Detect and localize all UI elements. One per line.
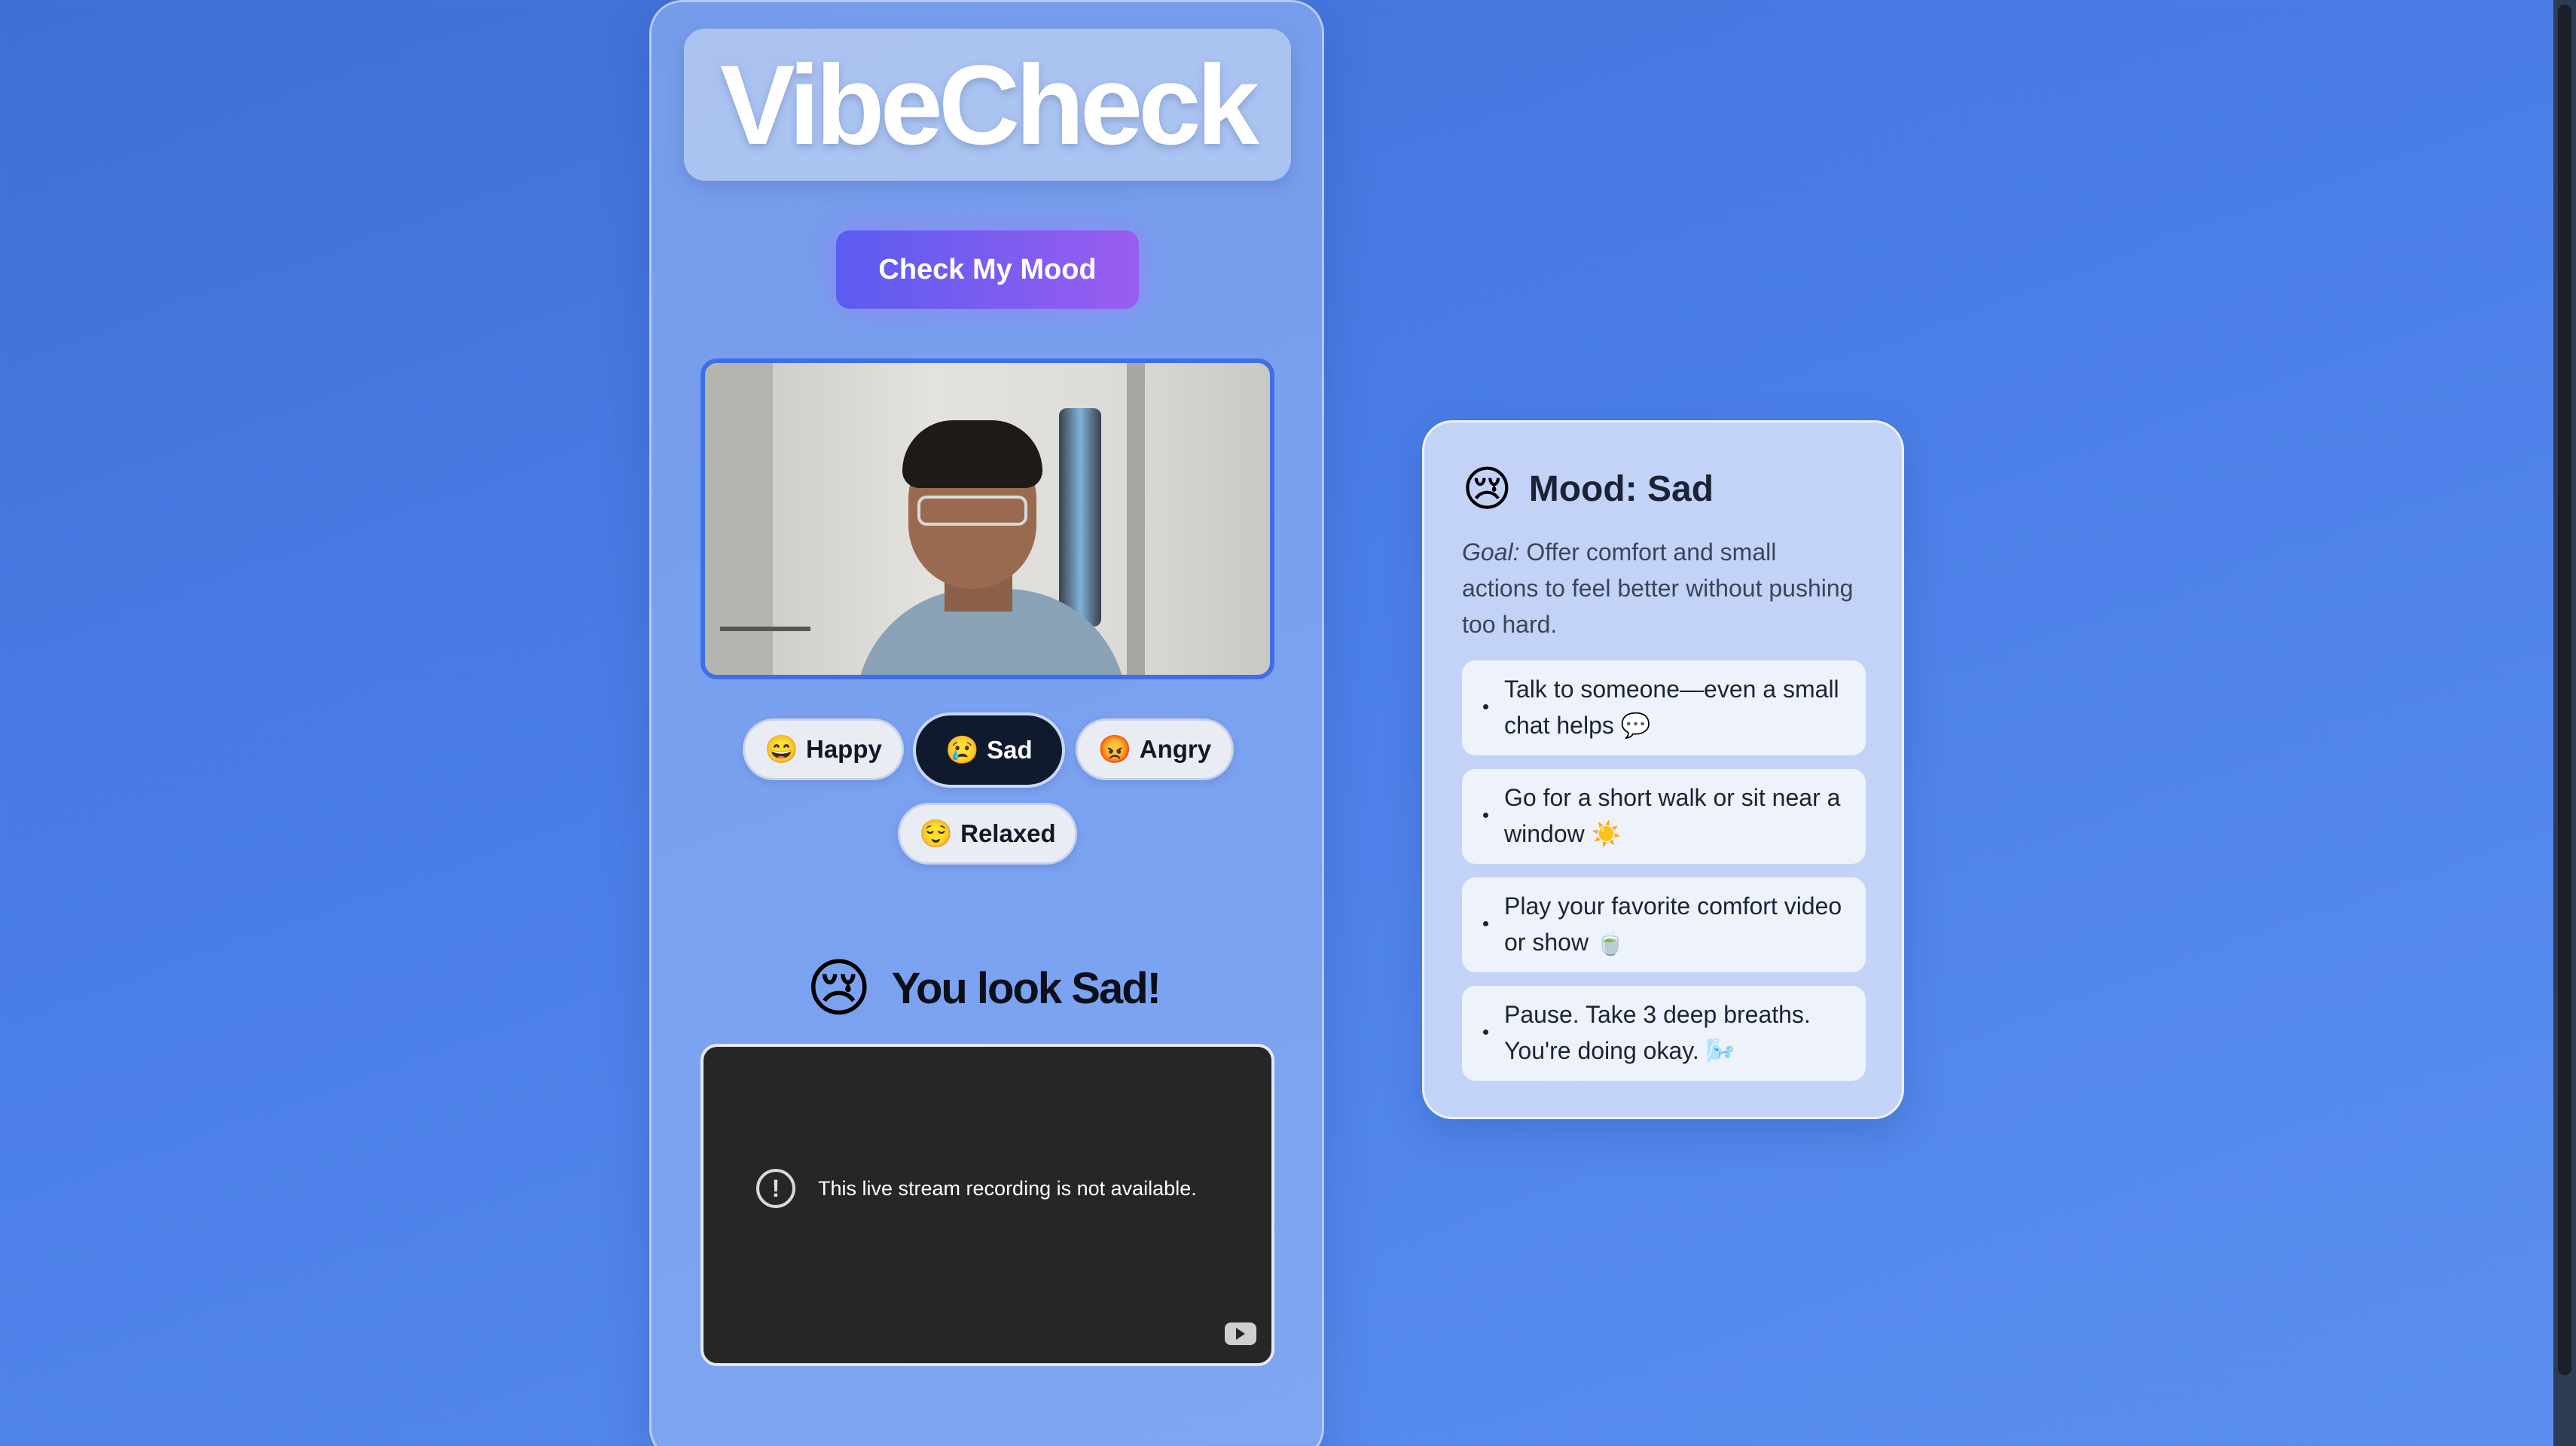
mood-chip-label: Sad xyxy=(987,736,1033,764)
mood-card: 😢 Mood: Sad Goal: Offer comfort and smal… xyxy=(1422,420,1904,1119)
bullet-icon xyxy=(1483,813,1488,818)
bullet-icon xyxy=(1483,1030,1488,1035)
mood-result: 😢 You look Sad! xyxy=(806,950,1183,1026)
mood-goal: Goal: Offer comfort and small actions to… xyxy=(1462,534,1854,642)
tip-text: Talk to someone—even a small chat helps … xyxy=(1504,676,1839,739)
tip-item: Play your favorite comfort video or show… xyxy=(1462,877,1866,972)
sad-emoji-icon: 😢 xyxy=(945,734,980,765)
scrollbar[interactable] xyxy=(2553,0,2576,1446)
mood-chip-relaxed[interactable]: 😌 Relaxed xyxy=(898,803,1077,865)
tip-item: Pause. Take 3 deep breaths. You're doing… xyxy=(1462,986,1866,1081)
tip-text: Go for a short walk or sit near a window… xyxy=(1504,784,1841,847)
video-unavailable-message: ! This live stream recording is not avai… xyxy=(756,1169,1197,1208)
tip-text: Play your favorite comfort video or show… xyxy=(1504,892,1842,956)
scrollbar-thumb[interactable] xyxy=(2558,5,2571,1375)
happy-emoji-icon: 😄 xyxy=(765,734,798,764)
video-message-text: This live stream recording is not availa… xyxy=(818,1176,1197,1200)
mood-result-text: You look Sad! xyxy=(891,963,1161,1013)
goal-text: Offer comfort and small actions to feel … xyxy=(1462,538,1854,638)
camera-chair xyxy=(720,627,810,675)
app-title: VibeCheck xyxy=(719,41,1259,168)
camera-doorframe xyxy=(1127,363,1145,675)
mood-chip-label: Happy xyxy=(805,735,882,763)
mood-chip-label: Angry xyxy=(1139,735,1212,763)
bullet-icon xyxy=(1483,921,1488,926)
sad-face-icon: 😢 xyxy=(806,953,872,1023)
check-mood-button[interactable]: Check My Mood xyxy=(836,230,1139,309)
tip-item: Talk to someone—even a small chat helps … xyxy=(1462,660,1866,755)
mood-chip-angry[interactable]: 😡 Angry xyxy=(1076,718,1234,780)
mood-chip-sad[interactable]: 😢 Sad xyxy=(913,712,1065,788)
video-player[interactable]: ! This live stream recording is not avai… xyxy=(700,1044,1274,1366)
youtube-icon[interactable] xyxy=(1225,1322,1256,1345)
mood-card-header: 😢 Mood: Sad xyxy=(1462,465,1714,513)
tip-text: Pause. Take 3 deep breaths. You're doing… xyxy=(1504,1001,1811,1064)
camera-person-hair xyxy=(902,420,1042,488)
camera-hanging-clothes xyxy=(1059,408,1101,627)
camera-person-glasses xyxy=(917,496,1027,526)
alert-icon: ! xyxy=(756,1169,795,1208)
sad-emoji-icon: 😢 xyxy=(1462,462,1512,516)
mood-chip-label: Relaxed xyxy=(960,819,1056,847)
webcam-feed xyxy=(700,358,1274,679)
relaxed-emoji-icon: 😌 xyxy=(919,818,954,849)
title-card: VibeCheck xyxy=(684,29,1291,181)
mood-chip-happy[interactable]: 😄 Happy xyxy=(743,718,904,780)
mood-card-title: Mood: Sad xyxy=(1528,468,1714,509)
bullet-icon xyxy=(1483,704,1488,709)
angry-emoji-icon: 😡 xyxy=(1097,734,1132,764)
tip-item: Go for a short walk or sit near a window… xyxy=(1462,769,1866,864)
goal-label: Goal: xyxy=(1462,538,1520,566)
